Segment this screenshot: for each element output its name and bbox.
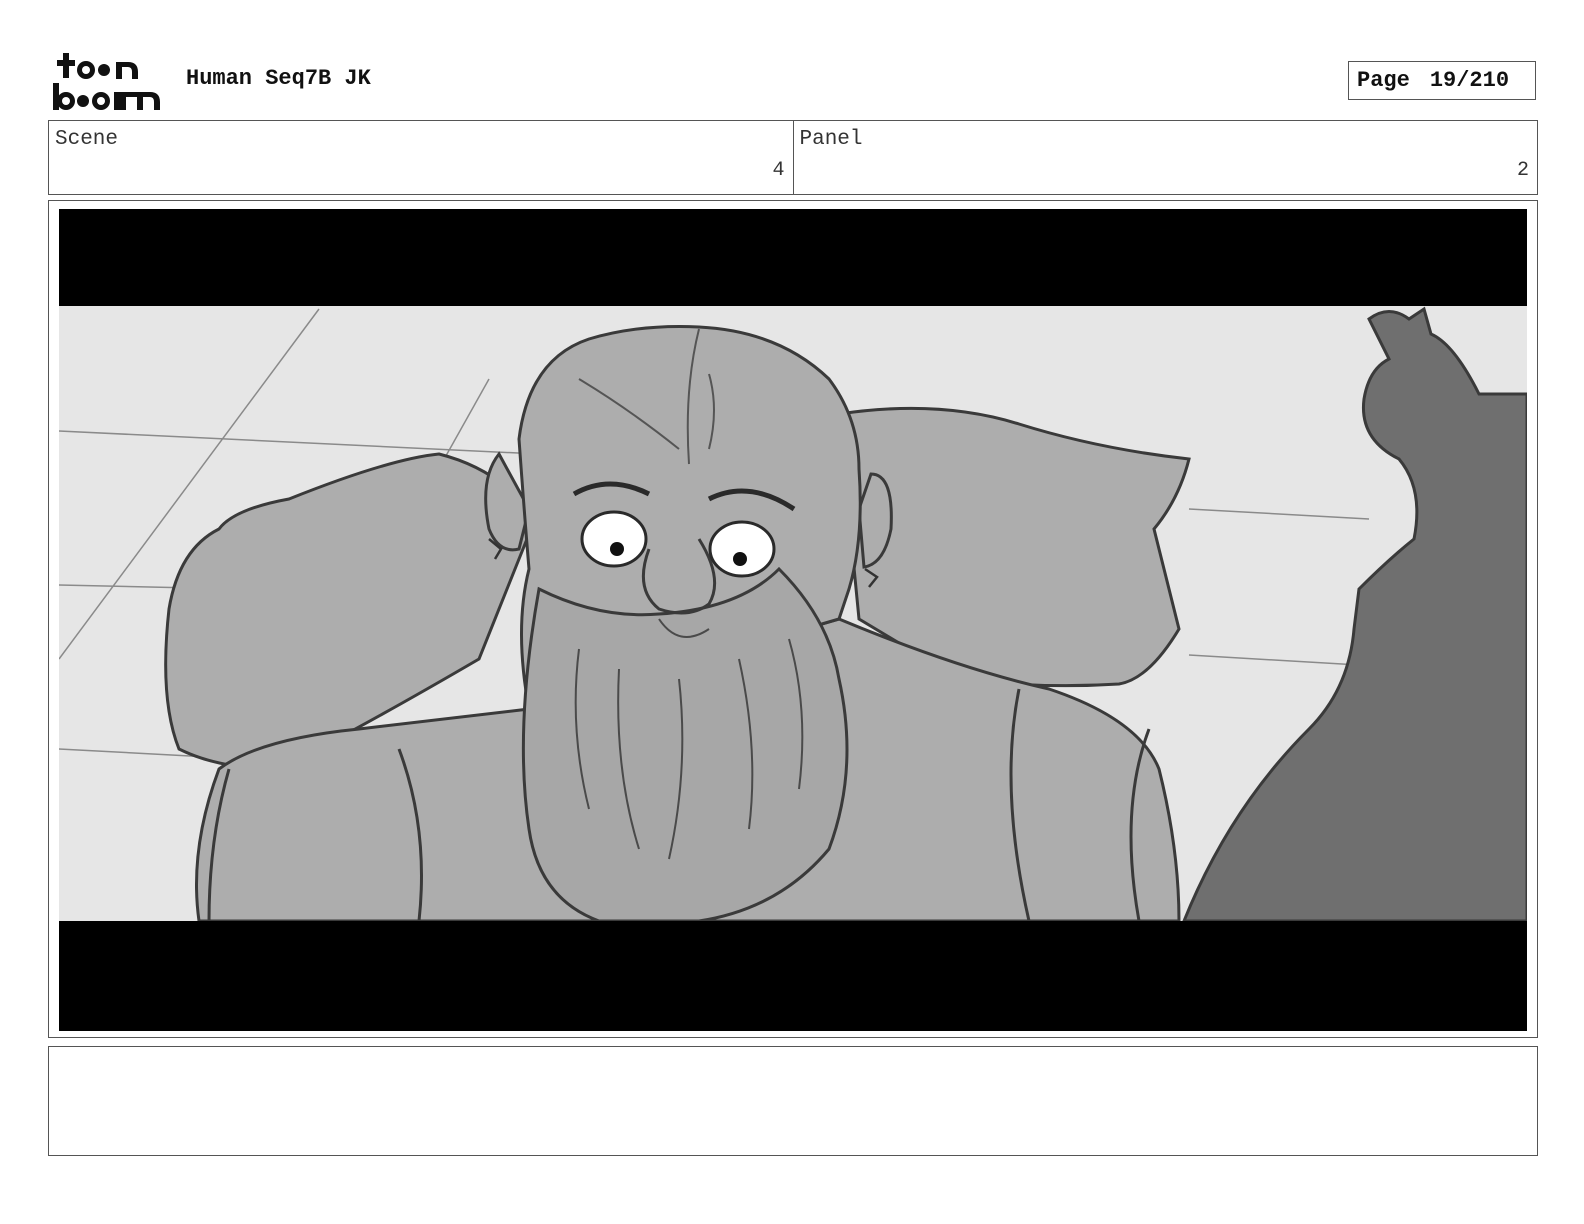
panel-cell: Panel 2: [792, 121, 1538, 194]
dwarf-sketch-icon: [59, 209, 1527, 1031]
toon-boom-logo: [50, 50, 165, 112]
scene-panel-info: Scene 4 Panel 2: [48, 120, 1538, 195]
panel-label: Panel: [799, 128, 863, 151]
storyboard-image: [59, 209, 1527, 1031]
panel-notes: [48, 1046, 1538, 1156]
storyboard-panel-frame: [48, 200, 1538, 1038]
document-title: Human Seq7B JK: [186, 66, 371, 91]
scene-number: 4: [772, 159, 785, 182]
page-label: Page: [1357, 68, 1410, 93]
page-number: 19/210: [1429, 68, 1510, 93]
panel-number: 2: [1516, 159, 1529, 182]
page-indicator: Page 19/210: [1348, 61, 1536, 100]
scene-cell: Scene 4: [49, 121, 793, 194]
scene-label: Scene: [55, 128, 119, 151]
